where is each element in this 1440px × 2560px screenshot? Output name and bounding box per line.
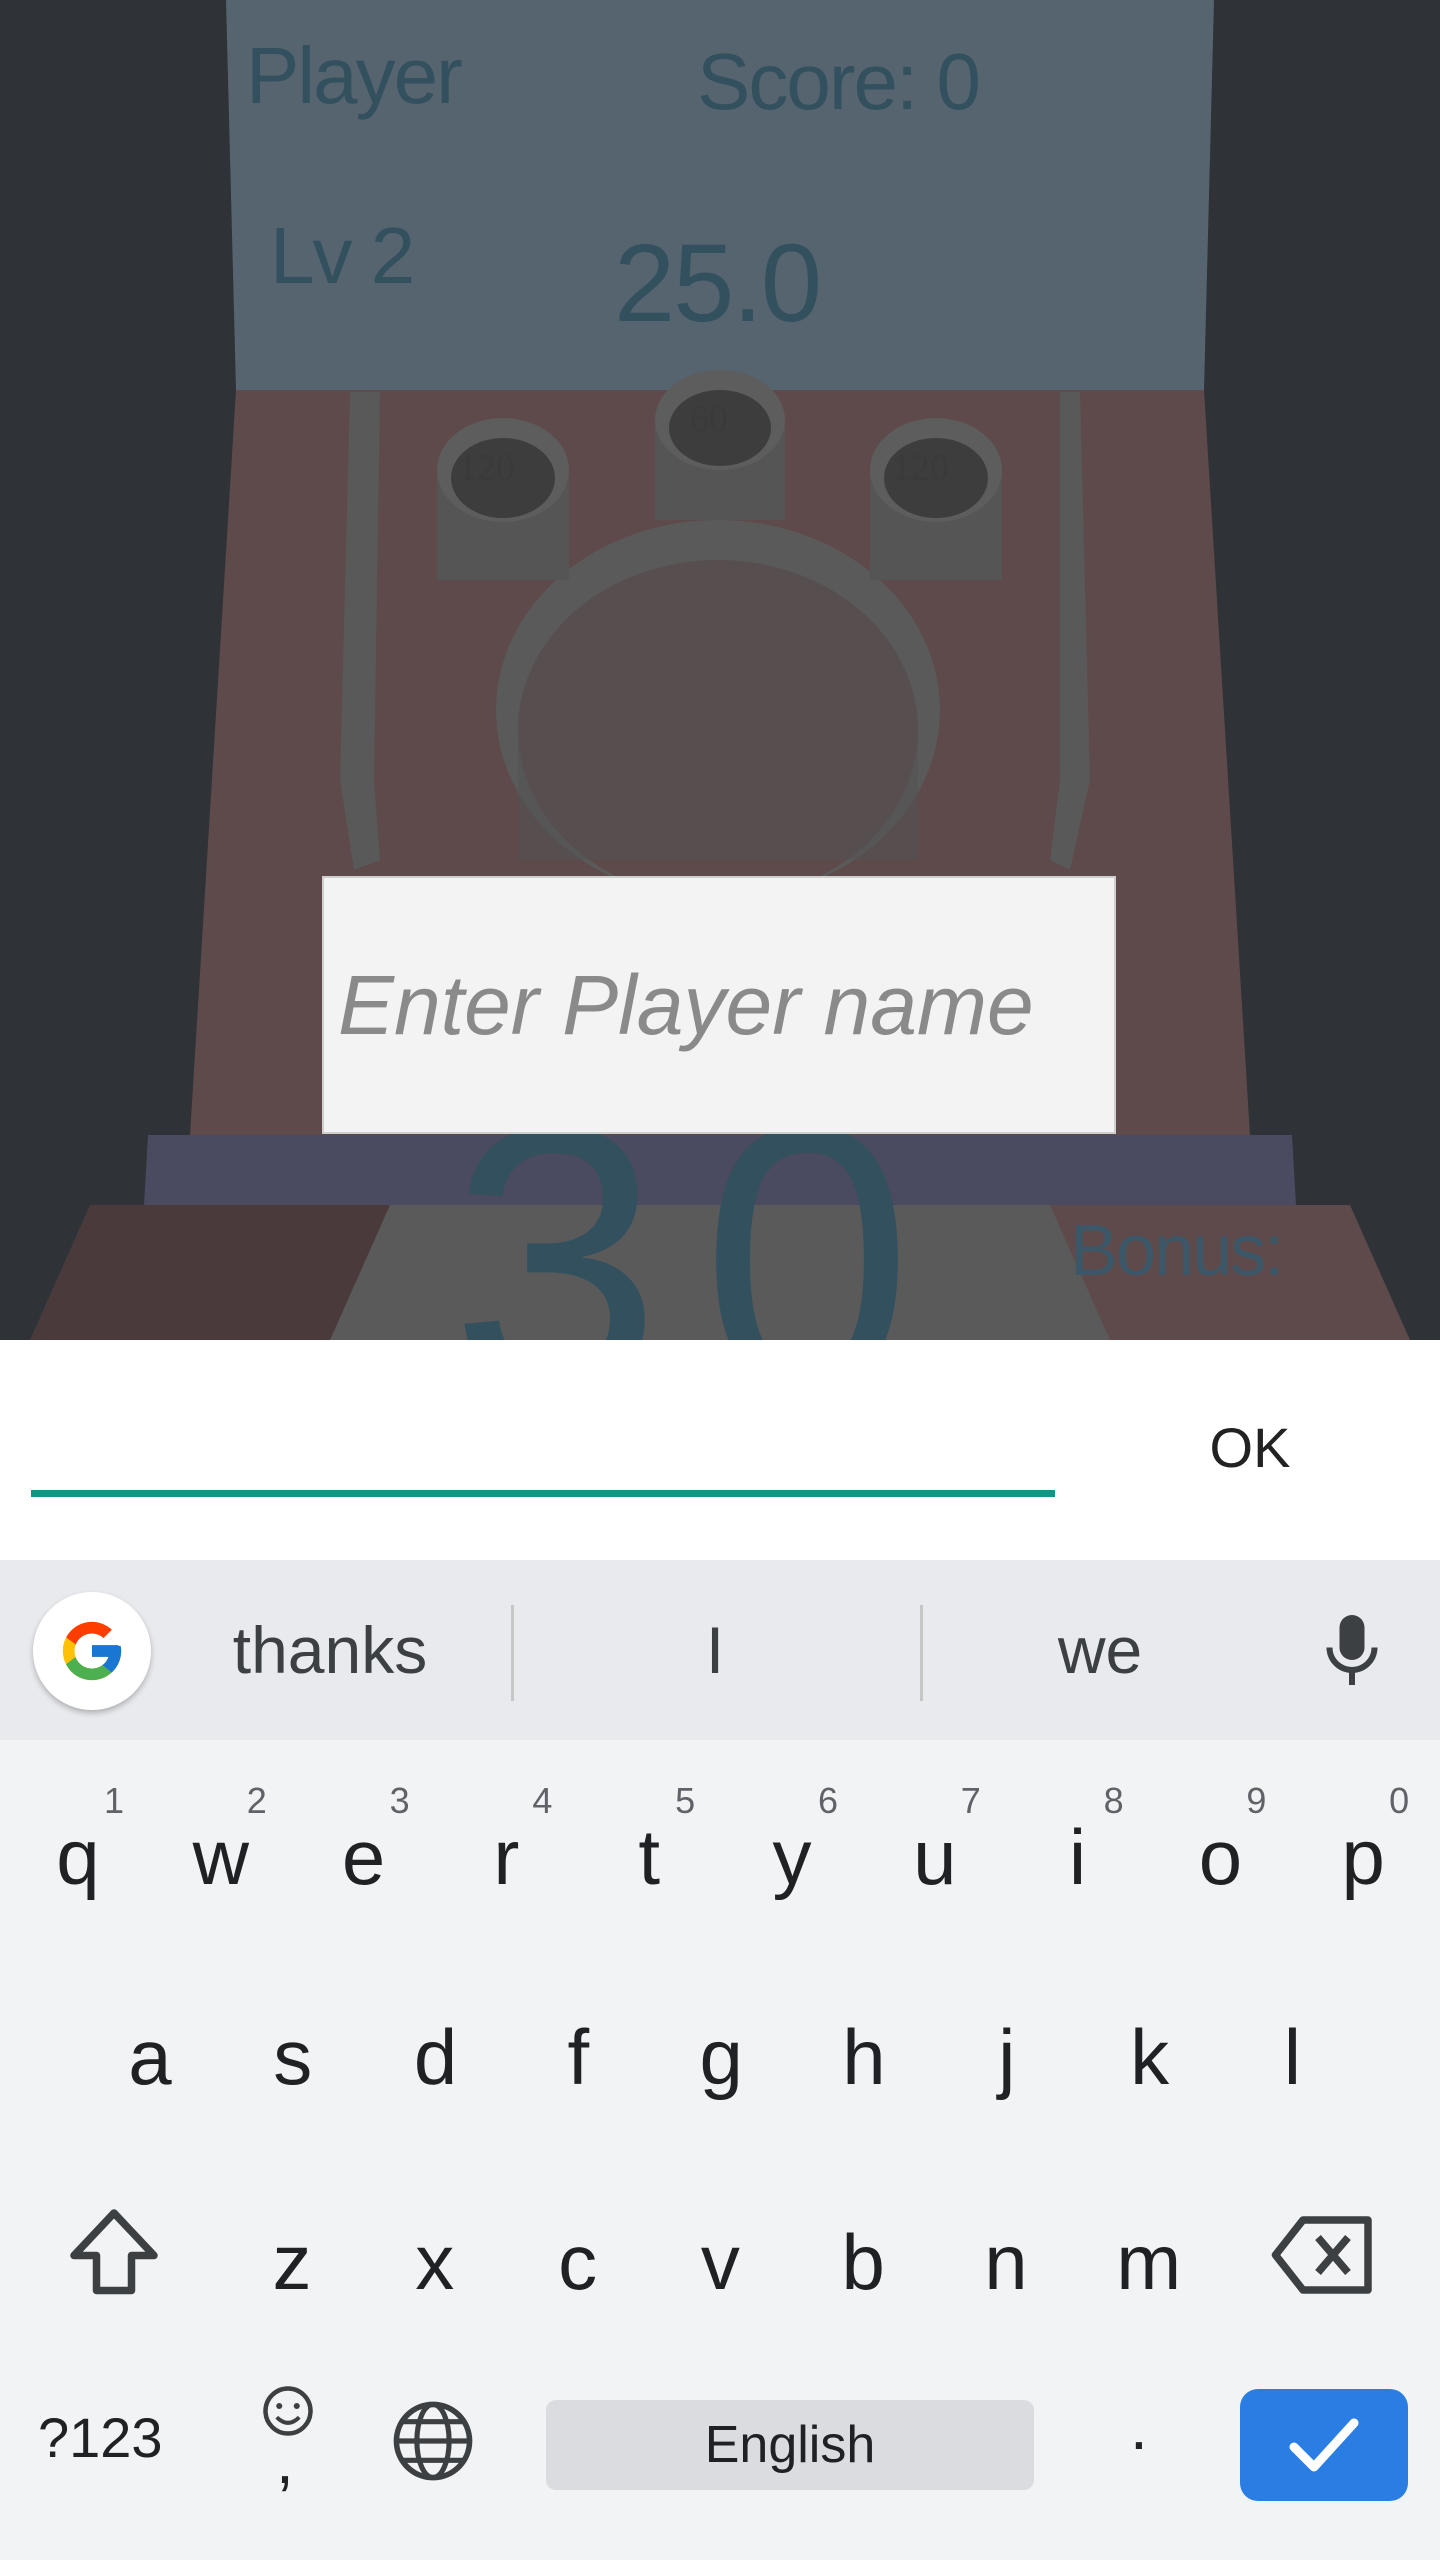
bonus-label: Bonus:	[1070, 1211, 1284, 1291]
suggestion-2[interactable]: I	[600, 1600, 830, 1700]
key-char: h	[842, 2013, 886, 2101]
key-z[interactable]: z	[220, 2165, 364, 2345]
suggestion-3[interactable]: we	[990, 1600, 1210, 1700]
key-char: b	[841, 2218, 885, 2306]
key-o[interactable]: o9	[1148, 1760, 1292, 1940]
key-char: e	[341, 1813, 386, 1901]
suggestion-divider	[511, 1605, 514, 1701]
key-char: d	[413, 2013, 458, 2101]
key-d[interactable]: d	[364, 1960, 508, 2140]
key-e[interactable]: e3	[292, 1760, 436, 1940]
cup-left-label: 120	[458, 447, 515, 489]
key-char: l	[1283, 2013, 1302, 2101]
period-key[interactable]: .	[1130, 2390, 1148, 2464]
key-number-hint: 6	[817, 1780, 838, 1821]
suggestion-bar: thanks I we	[0, 1560, 1440, 1740]
key-x[interactable]: x	[363, 2165, 507, 2345]
key-number-hint: 0	[1389, 1780, 1410, 1821]
key-char: i	[1068, 1813, 1087, 1901]
key-q[interactable]: q1	[6, 1760, 150, 1940]
key-k[interactable]: k	[1078, 1960, 1222, 2140]
key-number-hint: 5	[675, 1780, 696, 1821]
key-f[interactable]: f	[506, 1960, 650, 2140]
dialog-text-field[interactable]	[31, 1400, 1055, 1497]
key-char: v	[700, 2218, 740, 2306]
key-char: f	[567, 2013, 590, 2101]
level-display: Lv 2	[270, 211, 415, 300]
key-number-hint: 7	[960, 1780, 981, 1821]
shift-icon[interactable]	[64, 2203, 164, 2308]
player-name-input[interactable]: Enter Player name	[322, 876, 1116, 1134]
key-a[interactable]: a	[78, 1960, 222, 2140]
soft-keyboard: thanks I we ?123 , English . q 1 w 2 e 3…	[0, 1560, 1440, 2560]
key-m[interactable]: m	[1077, 2165, 1221, 2345]
key-char: r	[493, 1813, 520, 1901]
key-c[interactable]: c	[506, 2165, 650, 2345]
globe-icon[interactable]	[390, 2398, 476, 2489]
key-char: p	[1341, 1813, 1385, 1901]
symbols-key[interactable]: ?123	[38, 2405, 163, 2470]
key-number-hint: 8	[1103, 1780, 1124, 1821]
key-number-hint: 4	[532, 1780, 553, 1821]
key-i[interactable]: i8	[1006, 1760, 1150, 1940]
game-scene: Player Score: 0 Lv 2 25.0 30 Bonus: 120 …	[0, 0, 1440, 1340]
key-char: y	[772, 1813, 812, 1901]
key-p[interactable]: p0	[1291, 1760, 1435, 1940]
cup-right-label: 120	[892, 447, 949, 489]
comma-label: ,	[276, 2425, 294, 2497]
player-label: Player	[246, 31, 463, 120]
cup-center-label: 60	[690, 398, 728, 440]
suggestion-1[interactable]: thanks	[190, 1600, 470, 1700]
key-g[interactable]: g	[649, 1960, 793, 2140]
key-char: t	[638, 1813, 661, 1901]
key-number-hint: 9	[1246, 1780, 1267, 1821]
key-u[interactable]: u7	[863, 1760, 1007, 1940]
score-display: Score: 0	[697, 37, 981, 126]
key-char: n	[984, 2218, 1028, 2306]
key-char: x	[415, 2218, 455, 2306]
key-char: m	[1116, 2218, 1182, 2306]
key-char: c	[558, 2218, 598, 2306]
key-char: w	[192, 1813, 249, 1901]
emoji-icon[interactable]: ,	[258, 2386, 318, 2497]
enter-key[interactable]	[1240, 2389, 1408, 2501]
key-char: g	[699, 2013, 743, 2101]
timer-display: 25.0	[614, 222, 822, 345]
key-char: u	[913, 1813, 957, 1901]
google-icon[interactable]	[33, 1592, 151, 1710]
space-bar[interactable]: English	[546, 2400, 1034, 2490]
key-l[interactable]: l	[1220, 1960, 1364, 2140]
key-char: o	[1198, 1813, 1243, 1901]
key-char: a	[128, 2013, 172, 2101]
key-number-hint: 1	[103, 1780, 124, 1821]
key-n[interactable]: n	[934, 2165, 1078, 2345]
key-char: s	[273, 2013, 313, 2101]
key-number-hint: 2	[246, 1780, 267, 1821]
key-y[interactable]: y6	[720, 1760, 864, 1940]
key-j[interactable]: j	[935, 1960, 1079, 2140]
key-v[interactable]: v	[648, 2165, 792, 2345]
key-h[interactable]: h	[792, 1960, 936, 2140]
key-r[interactable]: r4	[434, 1760, 578, 1940]
key-b[interactable]: b	[791, 2165, 935, 2345]
key-char: k	[1130, 2013, 1170, 2101]
key-number-hint: 3	[389, 1780, 410, 1821]
key-t[interactable]: t5	[577, 1760, 721, 1940]
key-w[interactable]: w2	[149, 1760, 293, 1940]
checkmark-icon	[1289, 2418, 1359, 2472]
key-char: q	[56, 1813, 100, 1901]
text-entry-dialog: OK	[0, 1340, 1440, 1560]
player-name-placeholder: Enter Player name	[338, 957, 1034, 1052]
suggestion-divider	[920, 1605, 923, 1701]
backspace-icon[interactable]	[1268, 2210, 1378, 2305]
key-s[interactable]: s	[221, 1960, 365, 2140]
microphone-icon[interactable]	[1322, 1610, 1382, 1695]
key-char: j	[998, 2013, 1016, 2101]
ok-button[interactable]: OK	[1170, 1408, 1330, 1488]
key-char: z	[272, 2218, 312, 2306]
